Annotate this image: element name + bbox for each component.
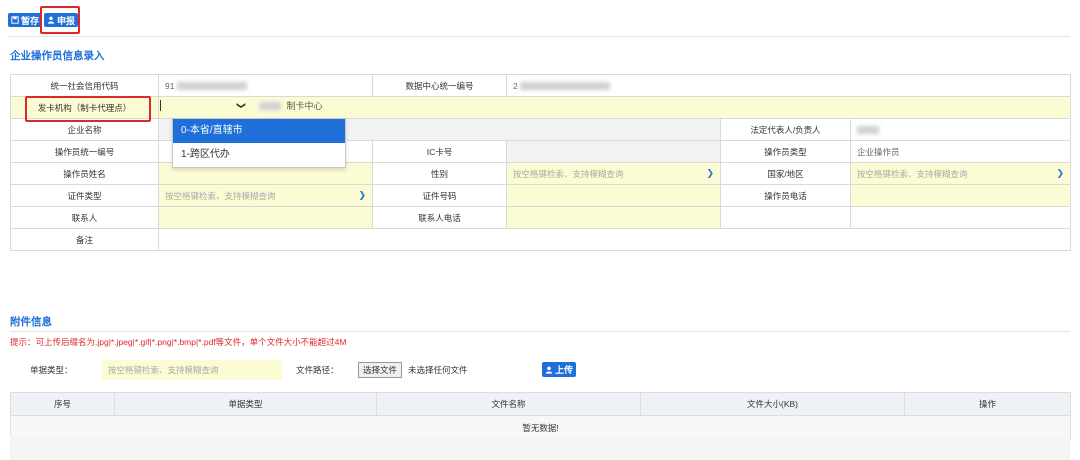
contact-input[interactable]: [158, 206, 373, 229]
card-issuer-dropdown: 0-本省/直辖市 1-跨区代办: [172, 118, 346, 168]
ic-card-label: IC卡号: [372, 140, 507, 163]
remark-input[interactable]: [158, 228, 1071, 251]
save-icon: [11, 16, 19, 24]
id-type-placeholder: 按空格键检索、支持模糊查询: [165, 190, 276, 201]
country-placeholder: 按空格键检索、支持模糊查询: [857, 168, 968, 179]
no-file-text: 未选择任何文件: [408, 365, 468, 375]
credit-code-label: 统一社会信用代码: [10, 74, 159, 97]
contact-phone-label: 联系人电话: [372, 206, 507, 229]
upload-tip: 提示：可上传后缀名为.jpg|*.jpeg|*.gif|*.png|*.bmp|…: [10, 337, 347, 347]
card-issuer-suffix: 制卡中心: [286, 101, 323, 111]
section-title: 企业操作员信息录入: [10, 50, 105, 62]
country-select[interactable]: 按空格键检索、支持模糊查询 ❯: [850, 162, 1071, 185]
gender-placeholder: 按空格键检索、支持模糊查询: [513, 168, 624, 179]
attachments-divider: [10, 331, 1070, 332]
ic-card-field: [506, 140, 721, 163]
upload-label: 上传: [555, 365, 574, 375]
id-no-input[interactable]: [506, 184, 721, 207]
operator-name-label: 操作员姓名: [10, 162, 159, 185]
column-header: 单据类型: [114, 392, 377, 416]
column-header: 操作: [904, 392, 1071, 416]
upload-button[interactable]: 上传: [542, 362, 577, 377]
table-footer-band: [10, 436, 1070, 460]
chevron-down-icon: ❯: [1056, 168, 1064, 178]
empty-cell: [850, 206, 1071, 229]
column-header: 文件名称: [376, 392, 641, 416]
operator-type-field: 企业操作员: [850, 140, 1071, 163]
chevron-down-icon: ❯: [358, 190, 366, 200]
redacted-value: [258, 101, 281, 110]
legal-rep-label: 法定代表人/负责人: [720, 118, 851, 141]
operator-phone-label: 操作员电话: [720, 184, 851, 207]
card-issuer-highlight-box: [25, 96, 151, 122]
contact-label: 联系人: [10, 206, 159, 229]
column-header: 序号: [10, 392, 115, 416]
operator-no-label: 操作员统一编号: [10, 140, 159, 163]
user-icon: [545, 366, 553, 374]
id-type-select[interactable]: 按空格键检索、支持模糊查询 ❯: [158, 184, 373, 207]
file-path-label: 文件路径：: [296, 365, 339, 375]
doc-type-select[interactable]: 按空格键检索、支持模糊查询: [102, 360, 282, 380]
id-no-label: 证件号码: [372, 184, 507, 207]
dropdown-option[interactable]: 0-本省/直辖市: [173, 119, 345, 143]
chevron-down-icon: ❯: [706, 168, 714, 178]
column-header: 文件大小(KB): [640, 392, 905, 416]
attachments-title: 附件信息: [10, 316, 52, 328]
operator-type-label: 操作员类型: [720, 140, 851, 163]
credit-code-field: 91: [158, 74, 373, 97]
gender-select[interactable]: 按空格键检索、支持模糊查询 ❯: [506, 162, 721, 185]
empty-cell: [720, 206, 851, 229]
country-label: 国家/地区: [720, 162, 851, 185]
choose-file-button[interactable]: 选择文件: [358, 362, 403, 378]
id-type-label: 证件类型: [10, 184, 159, 207]
attachments-table: 序号 单据类型 文件名称 文件大小(KB) 操作 暂无数据!: [10, 392, 1071, 441]
chevron-down-icon[interactable]: ❯: [235, 102, 246, 110]
datacenter-no-field: 2: [506, 74, 1071, 97]
card-issuer-select[interactable]: ❯ 制卡中心: [160, 99, 323, 112]
toolbar-divider: [8, 36, 1070, 37]
dropdown-option[interactable]: 1-跨区代办: [173, 143, 345, 167]
gender-label: 性别: [372, 162, 507, 185]
remark-label: 备注: [10, 228, 159, 251]
redacted-value: [520, 82, 611, 91]
operator-phone-input[interactable]: [850, 184, 1071, 207]
upload-row: 单据类型： 按空格键检索、支持模糊查询 文件路径： 选择文件 未选择任何文件 上…: [10, 358, 1070, 382]
legal-rep-field: [850, 118, 1071, 141]
redacted-value: [857, 126, 879, 135]
save-label: 暂存: [21, 15, 40, 26]
datacenter-no-label: 数据中心统一编号: [372, 74, 507, 97]
contact-phone-input[interactable]: [506, 206, 721, 229]
save-button[interactable]: 暂存: [8, 13, 43, 27]
apply-highlight-box: [40, 6, 80, 34]
redacted-value: [176, 82, 247, 91]
text-cursor: [160, 100, 161, 111]
doc-type-label: 单据类型：: [30, 365, 73, 375]
